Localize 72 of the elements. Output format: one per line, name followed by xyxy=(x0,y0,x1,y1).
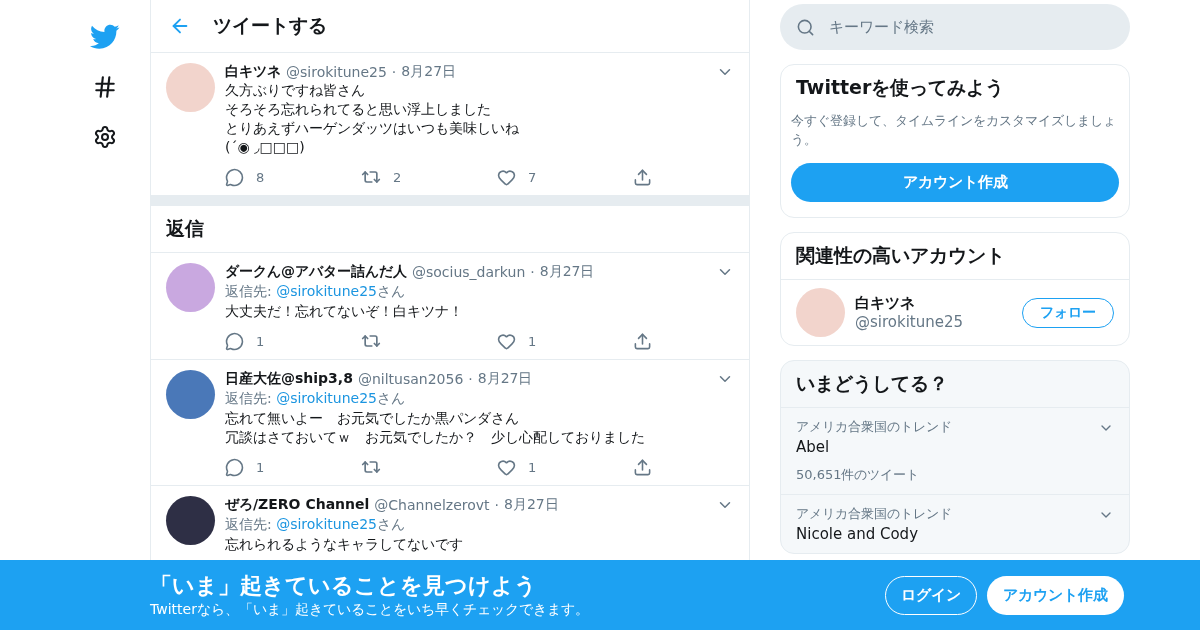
settings-icon[interactable] xyxy=(93,125,117,149)
reply-to-text: 返信先: @sirokitune25 さん xyxy=(225,389,407,408)
speech-bubble-icon xyxy=(225,167,244,187)
trend-context: アメリカ合衆国のトレンド xyxy=(796,505,952,523)
tweet-date[interactable]: 8月27日 xyxy=(401,63,457,81)
bird-logo-icon[interactable] xyxy=(90,24,120,50)
author-name[interactable]: ダークん@アバター詰んだ人 xyxy=(225,263,407,281)
separator-dot: · xyxy=(391,64,397,80)
heart-icon xyxy=(497,457,516,477)
trend-name[interactable]: Nicole and Cody xyxy=(796,525,918,543)
account-handle[interactable]: @sirokitune25 xyxy=(855,313,1012,331)
share-icon xyxy=(633,457,652,477)
mention-link[interactable]: @sirokitune25 xyxy=(276,283,378,299)
card-title: 関連性の高いアカウント xyxy=(795,243,1006,268)
separator-dot: · xyxy=(530,264,535,280)
heart-icon xyxy=(497,167,516,187)
author-handle[interactable]: @socius_darkun xyxy=(412,264,526,280)
card-title: いまどうしてる？ xyxy=(795,371,949,396)
author-handle[interactable]: @sirokitune25 xyxy=(286,64,387,80)
banner-text: Twitterなら、「いま」起きていることをいち早くチェックできます。 xyxy=(150,601,590,619)
reply-button[interactable]: 8 xyxy=(225,167,361,187)
author-handle[interactable]: @Channelzerovt xyxy=(374,497,490,513)
like-button[interactable]: 1 xyxy=(497,457,633,477)
card-title: Twitterを使ってみよう xyxy=(795,75,1006,100)
separator-dot: · xyxy=(468,371,473,387)
tweet-text: 久方ぶりですね皆さん xyxy=(225,81,366,100)
tweet-text: (´◉ ◞□□□) xyxy=(225,138,306,157)
like-button[interactable]: 7 xyxy=(497,167,633,187)
follow-button[interactable]: フォロー xyxy=(1022,297,1114,328)
author-name[interactable]: ぜろ/ZERO Channel xyxy=(225,496,370,514)
tweet-date[interactable]: 8月27日 xyxy=(504,496,559,514)
tweet-count: 50,651件のツイート xyxy=(796,466,920,484)
author-name[interactable]: 白キツネ xyxy=(225,63,281,81)
tweet-text: 冗談はさておいてｗ お元気でしたか？ 少し心配しておりました xyxy=(225,428,646,447)
search-icon xyxy=(796,17,815,37)
tweet-text: そろそろ忘れられてると思い浮上しました xyxy=(225,100,492,119)
mention-link[interactable]: @sirokitune25 xyxy=(276,390,378,406)
account-name[interactable]: 白キツネ xyxy=(855,294,1012,313)
card-text: 今すぐ登録して、タイムラインをカスタマイズしましょう。 xyxy=(790,112,1117,149)
create-account-button[interactable]: アカウント作成 xyxy=(791,163,1119,202)
mention-link[interactable]: @sirokitune25 xyxy=(276,516,378,532)
author-name[interactable]: 日産大佐@ship3,8 xyxy=(225,370,353,388)
hashtag-icon[interactable] xyxy=(92,74,118,100)
heart-icon xyxy=(497,331,516,351)
reply-button[interactable]: 1 xyxy=(225,331,361,351)
separator-dot: · xyxy=(494,497,499,513)
tweet-text: 忘れられるようなキャラしてないです xyxy=(225,535,464,554)
page-title: ツイートする xyxy=(213,13,327,38)
tweet-date[interactable]: 8月27日 xyxy=(539,263,595,281)
reply-to-text: 返信先: @sirokitune25 さん xyxy=(225,282,407,301)
section-heading: 返信 xyxy=(151,206,749,253)
avatar-placeholder[interactable] xyxy=(166,496,215,545)
tweet-text: とりあえずハーゲンダッツはいつも美味しいね xyxy=(225,119,520,138)
share-icon xyxy=(633,167,652,187)
reply-to-text: 返信先: @sirokitune25 さん xyxy=(225,515,407,534)
tweet-date[interactable]: 8月27日 xyxy=(477,370,533,388)
speech-bubble-icon xyxy=(225,457,244,477)
banner-title: 「いま」起きていることを見つけよう xyxy=(150,572,538,600)
retweet-button[interactable]: 2 xyxy=(361,167,497,187)
reply-button[interactable]: 1 xyxy=(225,457,361,477)
like-button[interactable]: 1 xyxy=(497,331,633,351)
share-button[interactable] xyxy=(633,457,652,477)
tweet-text: 大丈夫だ！忘れてないぞ！白キツナ！ xyxy=(225,302,464,321)
share-icon xyxy=(633,331,652,351)
share-button[interactable] xyxy=(633,331,652,351)
trend-context: アメリカ合衆国のトレンド xyxy=(796,418,952,436)
speech-bubble-icon xyxy=(225,331,244,351)
share-button[interactable] xyxy=(633,167,652,187)
tweet-text: 忘れて無いよー お元気でしたか黒パンダさん xyxy=(225,409,520,428)
author-handle[interactable]: @niltusan2056 xyxy=(357,371,464,387)
trend-name[interactable]: Abel xyxy=(796,438,830,456)
create-account-button[interactable]: アカウント作成 xyxy=(987,575,1124,615)
